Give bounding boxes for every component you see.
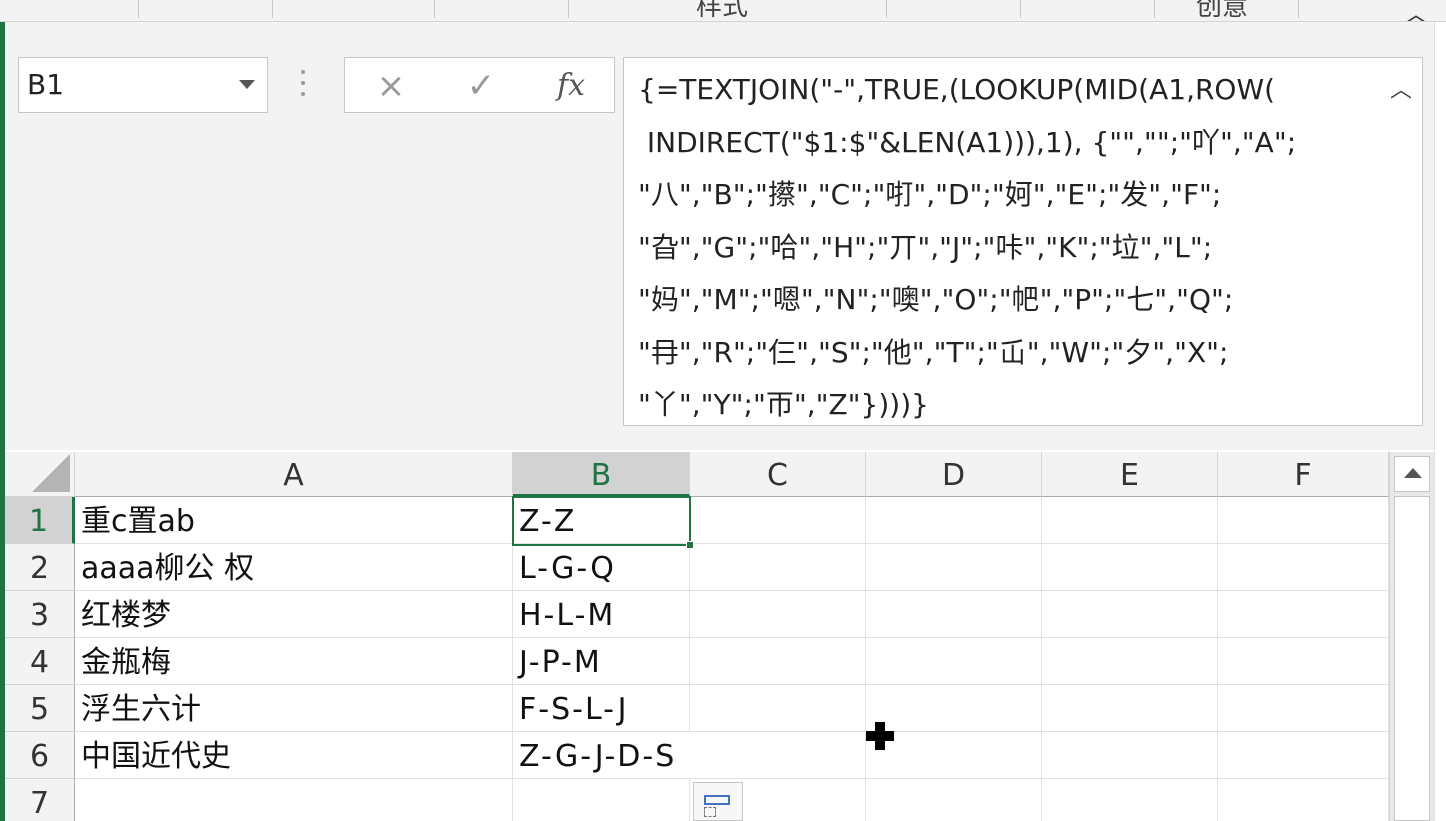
ribbon-group-creative-label: 创意: [1196, 0, 1249, 22]
column-header-b[interactable]: B: [513, 452, 690, 497]
cell-c6[interactable]: [690, 732, 866, 779]
collapse-formula-bar-button[interactable]: ︿: [1390, 72, 1412, 104]
row-header-4[interactable]: 4: [5, 638, 75, 685]
cell-b6[interactable]: Z-G-J-D-S: [513, 732, 690, 779]
cell-a6[interactable]: 中国近代史: [75, 732, 513, 779]
ribbon-separator: [272, 0, 273, 18]
cell-e5[interactable]: [1042, 685, 1218, 732]
formula-buttons: × ✓ fx: [344, 57, 615, 113]
formula-bar-resize-handle[interactable]: [300, 70, 306, 100]
insert-function-button[interactable]: fx: [541, 66, 601, 106]
cell-b3[interactable]: H-L-M: [513, 591, 690, 638]
cell-e2[interactable]: [1042, 544, 1218, 591]
chevron-up-icon: ︿: [1404, 0, 1428, 22]
cell-c2[interactable]: [690, 544, 866, 591]
cell-a5[interactable]: 浮生六计: [75, 685, 513, 732]
name-box[interactable]: B1: [18, 57, 268, 113]
cell-f7[interactable]: [1218, 779, 1389, 821]
cell-c5[interactable]: [690, 685, 866, 732]
ribbon-group-styles-label: 样式: [696, 0, 749, 22]
cell-c4[interactable]: [690, 638, 866, 685]
cancel-formula-button[interactable]: ×: [361, 66, 421, 106]
column-header-f[interactable]: F: [1218, 452, 1389, 497]
cell-e3[interactable]: [1042, 591, 1218, 638]
ribbon-separator: [434, 0, 435, 18]
formula-text: {=TEXTJOIN("-",TRUE,(LOOKUP(MID(A1,ROW( …: [638, 73, 1297, 421]
ribbon-separator: [886, 0, 887, 18]
column-header-a[interactable]: A: [75, 452, 513, 497]
cell-b2[interactable]: L-G-Q: [513, 544, 690, 591]
cell-a2[interactable]: aaaa柳公 权: [75, 544, 513, 591]
cell-cursor-icon: [866, 722, 894, 750]
cell-c1[interactable]: [690, 497, 866, 544]
formula-input[interactable]: {=TEXTJOIN("-",TRUE,(LOOKUP(MID(A1,ROW( …: [623, 57, 1423, 426]
cell-f4[interactable]: [1218, 638, 1389, 685]
chevron-up-icon: ︿: [1389, 78, 1412, 103]
cell-f2[interactable]: [1218, 544, 1389, 591]
cell-e6[interactable]: [1042, 732, 1218, 779]
cell-b7[interactable]: [513, 779, 690, 821]
cell-f3[interactable]: [1218, 591, 1389, 638]
scroll-up-button[interactable]: [1394, 456, 1430, 492]
cell-a3[interactable]: 红楼梦: [75, 591, 513, 638]
cell-d1[interactable]: [866, 497, 1042, 544]
select-all-button[interactable]: [5, 452, 75, 497]
cell-d3[interactable]: [866, 591, 1042, 638]
row-header-1[interactable]: 1: [5, 497, 75, 544]
ribbon-separator: [1154, 0, 1155, 18]
cell-f5[interactable]: [1218, 685, 1389, 732]
cell-e7[interactable]: [1042, 779, 1218, 821]
ribbon-separator: [568, 0, 569, 18]
cell-d2[interactable]: [866, 544, 1042, 591]
cell-d4[interactable]: [866, 638, 1042, 685]
cell-c3[interactable]: [690, 591, 866, 638]
ribbon-bottom-strip: 样式 创意 ︿: [0, 0, 1446, 22]
ribbon-separator: [1298, 0, 1299, 18]
chevron-down-icon[interactable]: [239, 80, 255, 89]
ribbon-separator: [1020, 0, 1021, 18]
cell-f1[interactable]: [1218, 497, 1389, 544]
column-header-c[interactable]: C: [690, 452, 866, 497]
active-cell-selection: [512, 496, 694, 549]
vertical-scrollbar[interactable]: [1389, 452, 1434, 821]
enter-formula-button[interactable]: ✓: [451, 66, 511, 106]
column-header-e[interactable]: E: [1042, 452, 1218, 497]
cell-f6[interactable]: [1218, 732, 1389, 779]
row-header-7[interactable]: 7: [5, 779, 75, 821]
row-header-2[interactable]: 2: [5, 544, 75, 591]
cell-a4[interactable]: 金瓶梅: [75, 638, 513, 685]
cell-e4[interactable]: [1042, 638, 1218, 685]
cell-e1[interactable]: [1042, 497, 1218, 544]
cell-a1[interactable]: 重c置ab: [75, 497, 513, 544]
column-header-d[interactable]: D: [866, 452, 1042, 497]
fill-handle[interactable]: [686, 541, 694, 549]
collapse-ribbon-button[interactable]: ︿: [1404, 0, 1428, 22]
row-header-3[interactable]: 3: [5, 591, 75, 638]
window-edge: [1434, 22, 1446, 821]
row-header-6[interactable]: 6: [5, 732, 75, 779]
cell-a7[interactable]: [75, 779, 513, 821]
row-header-5[interactable]: 5: [5, 685, 75, 732]
name-box-value: B1: [27, 68, 65, 101]
cell-b5[interactable]: F-S-L-J: [513, 685, 690, 732]
quick-analysis-icon: [704, 795, 730, 805]
quick-analysis-button[interactable]: [693, 782, 743, 821]
scrollbar-thumb[interactable]: [1394, 496, 1430, 821]
cell-d7[interactable]: [866, 779, 1042, 821]
cell-b4[interactable]: J-P-M: [513, 638, 690, 685]
ribbon-separator: [138, 0, 139, 18]
